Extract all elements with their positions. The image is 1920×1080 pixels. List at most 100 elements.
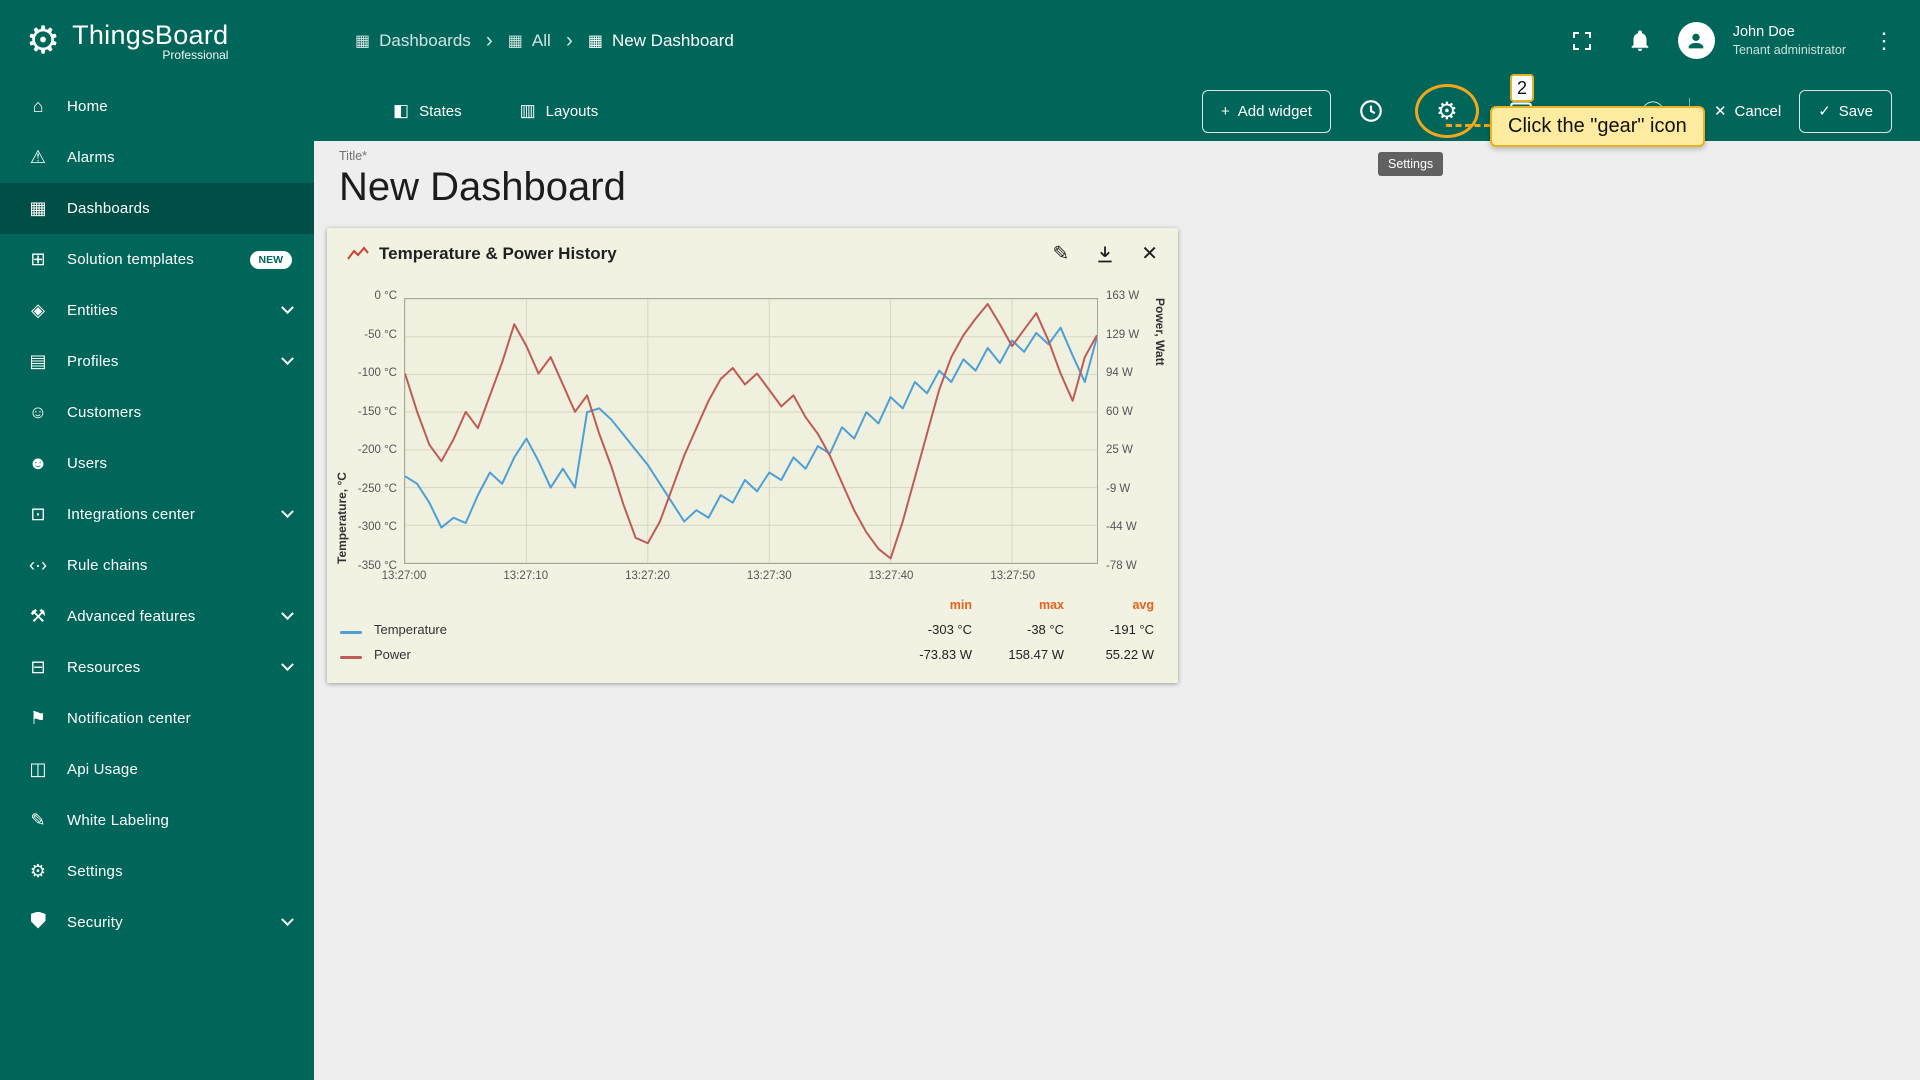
sidebar-item-label: Integrations center (67, 506, 196, 523)
y-tick: -100 °C (357, 367, 397, 380)
x-tick: 13:27:00 (381, 570, 427, 582)
sidebar-item-profiles[interactable]: ▤ Profiles (0, 336, 314, 387)
breadcrumb-label: Dashboards (379, 30, 471, 50)
sidebar-item-label: Entities (67, 302, 118, 319)
line-chart-icon (347, 246, 369, 260)
sidebar-item-label: White Labeling (67, 812, 170, 829)
chevron-down-icon (281, 658, 294, 672)
new-badge: NEW (249, 250, 292, 269)
annotation-callout: Click the "gear" icon (1490, 106, 1705, 147)
chevron-down-icon (281, 505, 294, 519)
brand-edition: Professional (162, 47, 229, 62)
chevron-down-icon (281, 607, 294, 621)
edit-widget-button[interactable]: ✎ (1052, 244, 1069, 264)
sidebar-item-settings[interactable]: ⚙ Settings (0, 846, 314, 897)
breadcrumb: ▦ Dashboards › ▦ All › ▦ New Dashboard (355, 29, 734, 53)
profiles-icon: ▤ (29, 351, 47, 371)
save-button[interactable]: ✓ Save (1799, 89, 1892, 133)
title-field-label: Title* (339, 149, 368, 163)
user-name: John Doe (1732, 23, 1795, 40)
fullscreen-icon (1572, 31, 1591, 50)
layouts-icon: ▥ (519, 101, 536, 120)
alarm-icon: ⚠ (29, 147, 47, 167)
sidebar-item-entities[interactable]: ◈ Entities (0, 285, 314, 336)
tab-label: States (419, 102, 462, 120)
y-tick: 129 W (1106, 328, 1140, 341)
sidebar-item-solution-templates[interactable]: ⊞ Solution templates NEW (0, 234, 314, 285)
annotation-connector (1446, 124, 1490, 127)
bell-icon (1631, 30, 1649, 51)
legend-col-min: min (949, 598, 972, 612)
sidebar-item-label: Settings (67, 863, 123, 880)
sidebar-item-white-labeling[interactable]: ✎ White Labeling (0, 795, 314, 846)
legend-series-temperature[interactable]: Temperature (374, 622, 524, 637)
breadcrumb-item-dashboards[interactable]: ▦ Dashboards (355, 31, 471, 51)
sidebar-item-advanced-features[interactable]: ⚒ Advanced features (0, 591, 314, 642)
sidebar-item-customers[interactable]: ☺ Customers (0, 387, 314, 438)
sidebar-item-dashboards[interactable]: ▦ Dashboards (0, 183, 314, 234)
add-widget-button[interactable]: + Add widget (1201, 89, 1331, 133)
power-avg: 55.22 W (1105, 647, 1154, 662)
cancel-button[interactable]: ✕ Cancel (1704, 102, 1791, 121)
y-tick: 94 W (1106, 367, 1133, 380)
chevron-down-icon (281, 913, 294, 927)
sidebar-item-security[interactable]: Security (0, 897, 314, 948)
annotation-step-number: 2 (1510, 74, 1534, 102)
users-icon: ☻ (28, 453, 48, 473)
chart-plot[interactable] (404, 298, 1098, 564)
breadcrumb-item-new-dashboard[interactable]: ▦ New Dashboard (588, 31, 734, 51)
dashboard-grid-icon: ▦ (587, 32, 603, 50)
remove-widget-button[interactable]: ✕ (1141, 244, 1158, 264)
power-max: 158.47 W (1008, 647, 1064, 662)
notifications-button[interactable] (1620, 21, 1660, 61)
rule-chains-icon: ‹·› (29, 555, 47, 575)
avatar[interactable] (1677, 22, 1715, 59)
sidebar-item-users[interactable]: ☻ Users (0, 438, 314, 489)
temperature-max: -38 °C (1027, 622, 1064, 637)
tab-states[interactable]: ◧ States (387, 100, 468, 122)
settings-tooltip: Settings (1378, 152, 1444, 176)
y-tick: 60 W (1106, 405, 1133, 418)
solution-templates-icon: ⊞ (30, 249, 46, 269)
close-icon: ✕ (1141, 243, 1158, 265)
widget-header: Temperature & Power History ✎ ✕ (327, 228, 1178, 270)
sidebar-item-label: Users (67, 455, 108, 472)
legend-series-power[interactable]: Power (374, 647, 524, 662)
sidebar-item-label: Resources (67, 659, 141, 676)
close-icon: ✕ (1713, 103, 1727, 120)
y-tick: -44 W (1106, 521, 1137, 534)
sidebar-item-home[interactable]: ⌂ Home (0, 81, 314, 132)
x-axis-ticks: 13:27:00 13:27:10 13:27:20 13:27:30 13:2… (382, 570, 1098, 586)
widget-temperature-power-history[interactable]: Temperature & Power History ✎ ✕ Temperat… (327, 228, 1178, 683)
y-tick: -300 °C (357, 521, 397, 534)
sidebar-item-api-usage[interactable]: ◫ Api Usage (0, 744, 314, 795)
breadcrumb-separator: › (485, 28, 493, 52)
sidebar-item-integrations-center[interactable]: ⊡ Integrations center (0, 489, 314, 540)
sidebar-item-notification-center[interactable]: ⚑ Notification center (0, 693, 314, 744)
shield-icon (26, 911, 50, 934)
sidebar-item-label: Rule chains (67, 557, 148, 574)
dashboards-icon: ▦ (29, 198, 47, 218)
download-icon (1098, 246, 1112, 263)
customers-icon: ☺ (28, 402, 48, 422)
page-title: New Dashboard (339, 165, 626, 209)
time-window-button[interactable] (1349, 89, 1393, 133)
power-swatch (340, 656, 362, 659)
clock-icon (1360, 100, 1382, 122)
download-widget-button[interactable] (1095, 244, 1115, 264)
more-menu-button[interactable]: ⋮ (1864, 21, 1904, 61)
breadcrumb-item-all[interactable]: ▦ All (508, 31, 551, 51)
sidebar-item-label: Customers (67, 404, 142, 421)
brand-logo[interactable]: ⚙ ThingsBoard Professional (0, 0, 314, 81)
sidebar-item-alarms[interactable]: ⚠ Alarms (0, 132, 314, 183)
sidebar-item-label: Home (67, 98, 108, 115)
home-icon: ⌂ (32, 96, 44, 116)
sidebar-item-rule-chains[interactable]: ‹·› Rule chains (0, 540, 314, 591)
tab-layouts[interactable]: ▥ Layouts (514, 100, 605, 122)
y-tick: -50 °C (364, 328, 397, 341)
fullscreen-button[interactable] (1562, 21, 1602, 61)
advanced-features-icon: ⚒ (29, 606, 47, 626)
y-tick: -250 °C (357, 482, 397, 495)
sidebar-item-resources[interactable]: ⊟ Resources (0, 642, 314, 693)
breadcrumb-separator: › (565, 28, 573, 52)
